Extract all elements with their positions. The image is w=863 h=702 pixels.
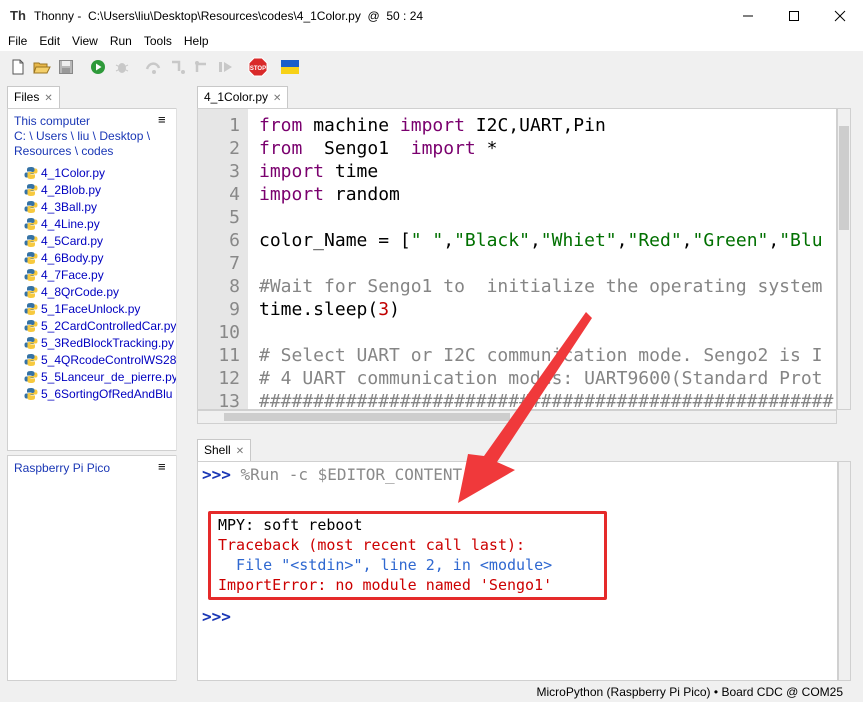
annotation-arrow bbox=[458, 312, 592, 503]
